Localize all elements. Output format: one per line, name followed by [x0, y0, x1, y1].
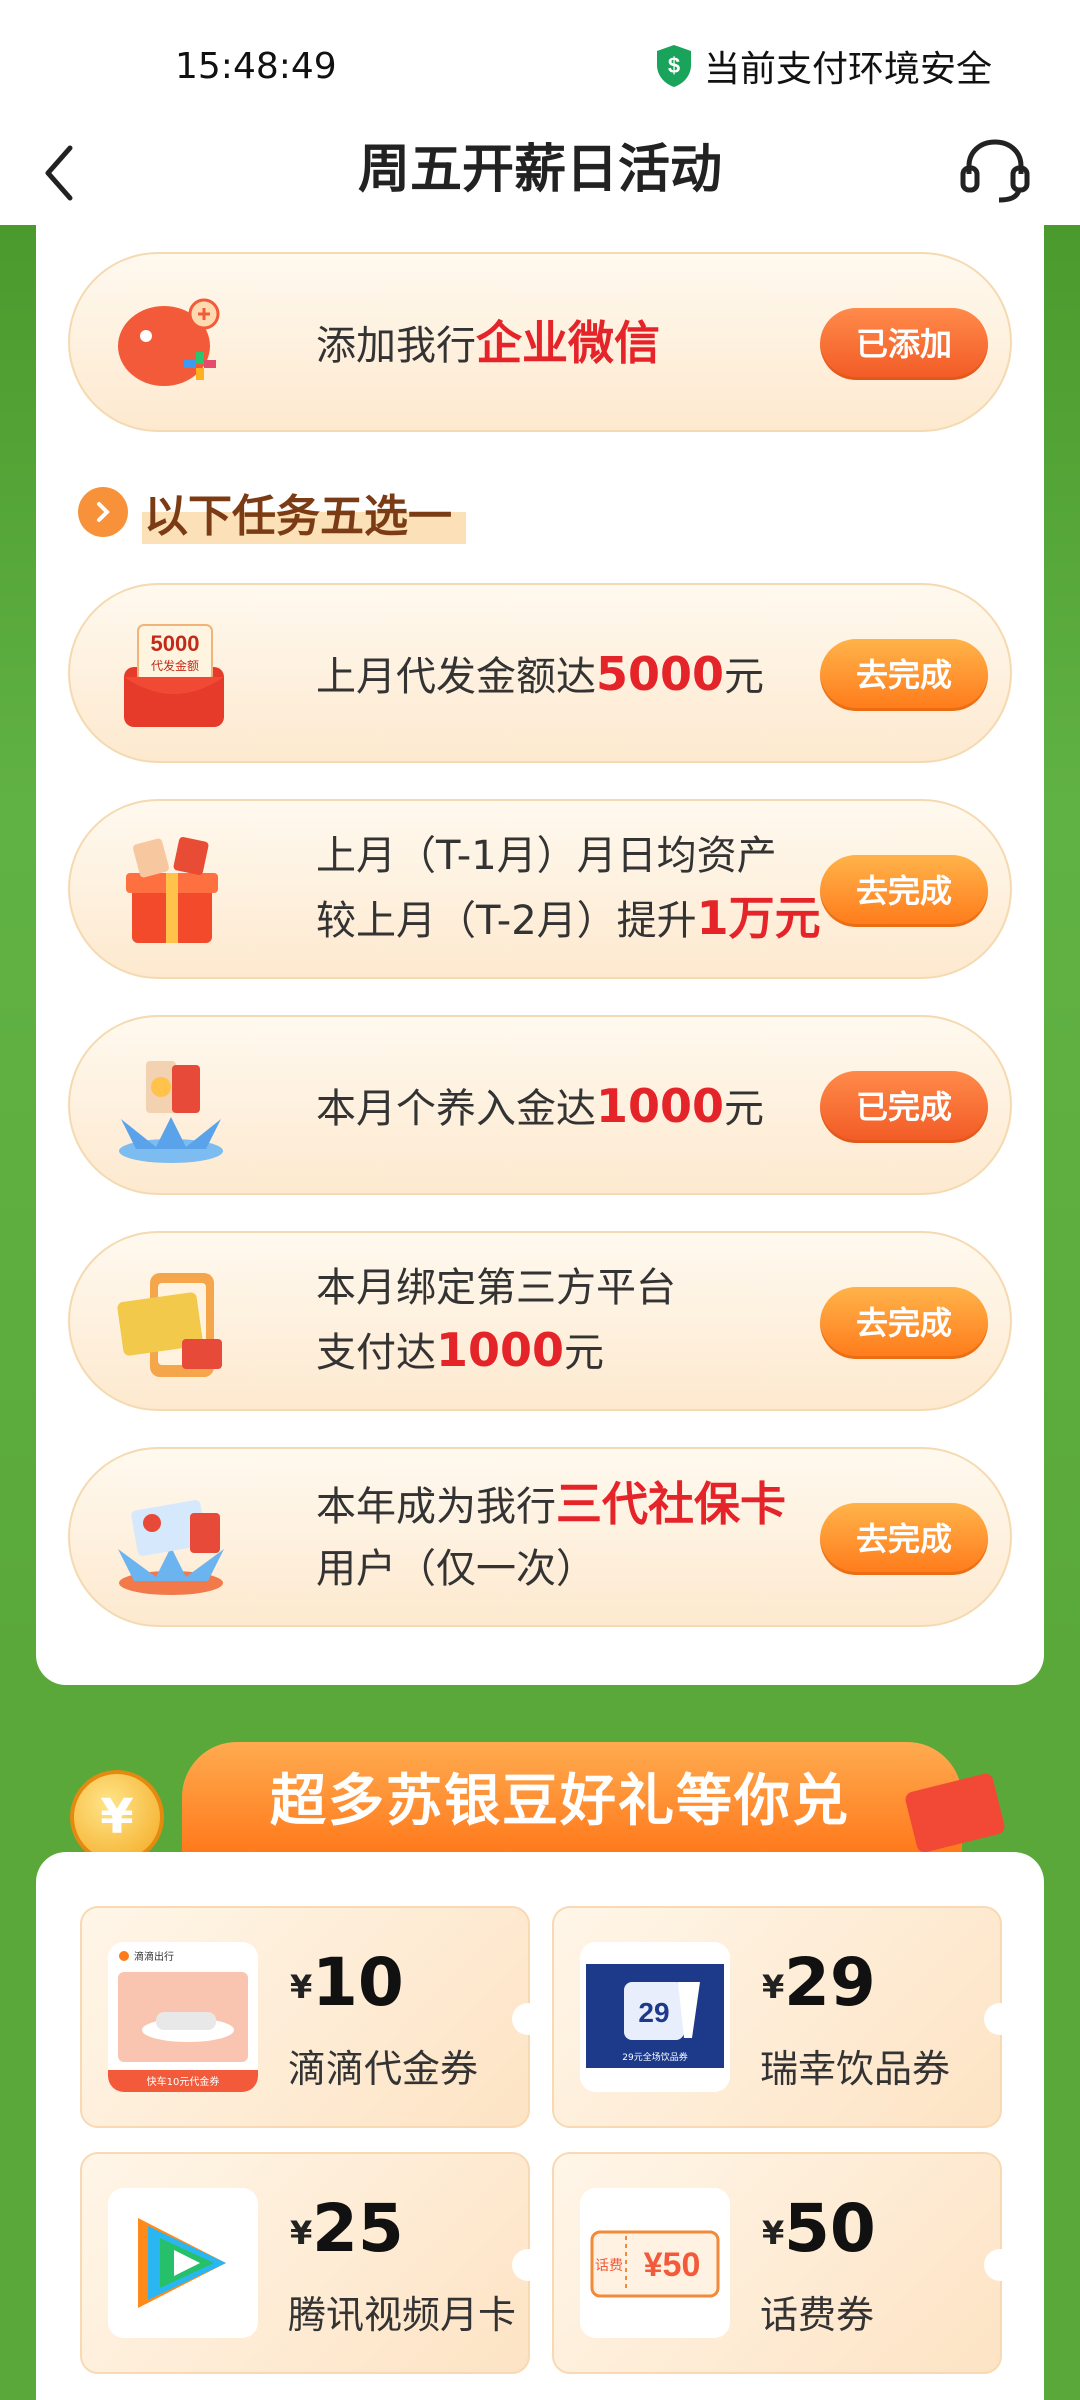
- grass-border-right: [1044, 225, 1080, 1685]
- svg-text:话费: 话费: [595, 2258, 623, 2274]
- reward-amount: 25: [312, 2190, 404, 2267]
- go-complete-button[interactable]: 去完成: [820, 639, 988, 711]
- customer-service-icon[interactable]: [955, 130, 1035, 210]
- reward-amount: 29: [784, 1944, 876, 2021]
- reward-amount: 10: [312, 1944, 404, 2021]
- completed-button[interactable]: 已完成: [820, 1071, 988, 1143]
- reward-card-tencent-video[interactable]: ¥ 25 腾讯视频月卡: [80, 2152, 544, 2374]
- task-text: 添加我行企业微信: [316, 316, 660, 370]
- task-text: 上月（T-1月）月日均资产 较上月（T-2月）提升1万元: [316, 833, 821, 945]
- svg-text:快车10元代金券: 快车10元代金券: [147, 2075, 220, 2088]
- task-item: 添加我行企业微信 已添加: [68, 252, 1012, 432]
- security-indicator: $ 当前支付环境安全: [654, 40, 992, 92]
- wechat-work-piggy-icon: [118, 298, 220, 386]
- nav-bar: 周五开薪日活动: [0, 130, 1080, 225]
- phone-bill-voucher-thumb: 话费 ¥50: [580, 2188, 730, 2338]
- grass-border-left: [0, 225, 36, 1685]
- reward-name: 话费券: [760, 2293, 875, 2337]
- didi-voucher-thumb: 滴滴出行 快车10元代金券: [108, 1942, 258, 2092]
- reward-name: 腾讯视频月卡: [288, 2293, 517, 2337]
- luckin-voucher-thumb: 29 29元全场饮品券: [580, 1942, 730, 2092]
- go-complete-button[interactable]: 去完成: [820, 1287, 988, 1359]
- task-item: 本年成为我行三代社保卡 用户（仅一次） 去完成: [68, 1447, 1012, 1627]
- page-title: 周五开薪日活动: [357, 140, 722, 200]
- status-bar: 15:48:49 $ 当前支付环境安全: [0, 0, 1080, 130]
- task-text: 本月绑定第三方平台 支付达1000元: [316, 1265, 676, 1377]
- reward-card-luckin[interactable]: 29 29元全场饮品券 ¥ 29 瑞幸饮品券: [552, 1906, 1016, 2128]
- bank-card-phone-icon: [117, 1273, 222, 1377]
- task-item: 本月绑定第三方平台 支付达1000元 去完成: [68, 1231, 1012, 1411]
- task-text: 上月代发金额达5000元: [316, 647, 765, 701]
- rewards-banner: ¥ 超多苏银豆好礼等你兑: [70, 1742, 1007, 1864]
- red-envelope-5000-icon: 5000 代发金额: [124, 624, 224, 727]
- tencent-video-play-icon: [108, 2188, 258, 2338]
- reward-card-phone-bill[interactable]: 话费 ¥50 ¥ 50 话费券: [552, 2152, 1016, 2374]
- coin-icon: ¥: [70, 1770, 164, 1864]
- svg-text:29元全场饮品券: 29元全场饮品券: [622, 2051, 687, 2063]
- svg-text:代发金额: 代发金额: [151, 658, 199, 673]
- added-button[interactable]: 已添加: [820, 308, 988, 380]
- rewards-banner-title: 超多苏银豆好礼等你兑: [270, 1769, 850, 1834]
- gift-box-icon: [126, 836, 218, 943]
- svg-text:$: $: [668, 53, 680, 78]
- subheading-label: 以下任务五选一: [142, 480, 466, 544]
- task-item: 本月个养入金达1000元 已完成: [68, 1015, 1012, 1195]
- reward-name: 滴滴代金券: [288, 2047, 479, 2091]
- chevron-right-icon: [78, 487, 128, 537]
- reward-card-didi[interactable]: 滴滴出行 快车10元代金券 ¥ 10 滴滴代金券: [80, 1906, 544, 2128]
- red-packets-icon: [119, 1061, 223, 1163]
- reward-amount: 50: [784, 2190, 876, 2267]
- task-item: 上月（T-1月）月日均资产 较上月（T-2月）提升1万元 去完成: [68, 799, 1012, 979]
- status-time: 15:48:49: [175, 46, 337, 87]
- svg-text:¥50: ¥50: [644, 2246, 701, 2284]
- reward-name: 瑞幸饮品券: [760, 2047, 951, 2091]
- shield-icon: $: [656, 45, 691, 87]
- social-security-card-icon: [118, 1500, 224, 1595]
- svg-text:5000: 5000: [151, 631, 200, 656]
- go-complete-button[interactable]: 去完成: [820, 855, 988, 927]
- task-item: 5000 代发金额 上月代发金额达5000元 去完成: [68, 583, 1012, 763]
- svg-text:滴滴出行: 滴滴出行: [134, 1950, 174, 1963]
- task-card: 添加我行企业微信 已添加 以下任务五选一 5000 代发金额 上月代发金额达50…: [36, 225, 1044, 1685]
- go-complete-button[interactable]: 去完成: [820, 1503, 988, 1575]
- security-text: 当前支付环境安全: [703, 49, 992, 90]
- task-text: 本年成为我行三代社保卡 用户（仅一次）: [316, 1477, 786, 1592]
- task-text: 本月个养入金达1000元: [316, 1079, 765, 1133]
- section-subheading: 以下任务五选一: [78, 480, 466, 544]
- rewards-panel: 滴滴出行 快车10元代金券 ¥ 10 滴滴代金券 29 29元全场饮品券 ¥ 2…: [36, 1852, 1044, 2400]
- svg-text:29: 29: [638, 1997, 669, 2028]
- tencent-video-thumb: [108, 2188, 258, 2338]
